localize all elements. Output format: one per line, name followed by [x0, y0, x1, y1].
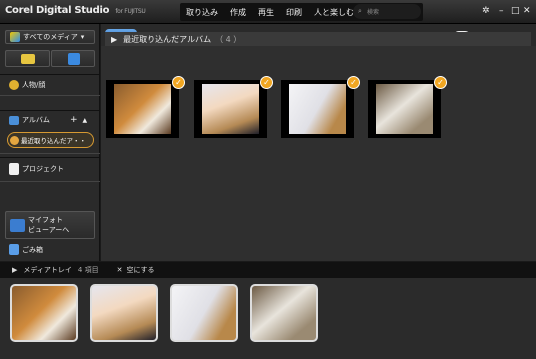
tray-photo[interactable] [10, 284, 78, 342]
album-count: （ 4 ） [215, 34, 242, 44]
photo-thumbnail[interactable]: ✓ [368, 76, 447, 138]
app-title-text: Corel Digital Studio [5, 5, 110, 16]
checkmark-icon[interactable]: ✓ [172, 76, 185, 89]
album-icon [10, 135, 19, 145]
search-icon: ⌕ [358, 7, 362, 15]
maximize-button[interactable]: □ [511, 6, 520, 16]
cat-photo [289, 84, 346, 134]
cat-photo [202, 84, 259, 134]
checkmark-icon[interactable]: ✓ [347, 76, 360, 89]
settings-icon[interactable]: ✲ [482, 6, 490, 16]
play-icon[interactable]: ▶ [12, 266, 17, 274]
checkmark-icon[interactable]: ✓ [260, 76, 273, 89]
tray-photo[interactable] [250, 284, 318, 342]
app-subtitle: for FUJITSU [115, 8, 146, 15]
minimize-button[interactable]: – [499, 6, 504, 16]
chevron-down-icon: ▾ [80, 33, 85, 41]
main-content: ◂ 戻る ◆ タグ ▶ 最近取り込んだアルバム （ 4 ） ✓ ✓ ✓ ✓ [101, 24, 536, 261]
photo-thumbnail[interactable]: ✓ [281, 76, 360, 138]
play-icon[interactable]: ▶ [111, 35, 117, 44]
tray-photo[interactable] [170, 284, 238, 342]
media-icon [10, 32, 20, 42]
album-title: 最近取り込んだアルバム [123, 34, 212, 44]
trash-item[interactable]: ごみ箱 [5, 242, 95, 257]
trash-label: ごみ箱 [22, 245, 43, 254]
calendar-icon [67, 52, 80, 65]
cat-photo [114, 84, 171, 134]
albums-label: アルバム [22, 116, 50, 124]
menu-create[interactable]: 作成 [224, 7, 252, 18]
people-item[interactable]: 人物/顔 [5, 77, 95, 93]
menu-print[interactable]: 印刷 [280, 7, 308, 18]
folder-icon [21, 53, 35, 64]
clear-icon[interactable]: ✕ [117, 266, 123, 274]
people-icon [9, 80, 19, 90]
search-placeholder: 検索 [367, 9, 380, 16]
photo-viewer-icon [10, 218, 25, 232]
album-recent-label: 最近取り込んだア・・ [21, 137, 86, 145]
folder-view-button[interactable] [5, 50, 50, 67]
projects-label: プロジェクト [22, 165, 64, 173]
all-media-label: すべてのメディア [23, 33, 78, 41]
calendar-view-button[interactable] [51, 50, 95, 67]
close-button[interactable]: ✕ [523, 6, 531, 16]
media-tray-bar: ▶ メディアトレイ 4 項目 ✕ 空にする [0, 262, 536, 278]
checkmark-icon[interactable]: ✓ [434, 76, 447, 89]
add-album-button[interactable]: + [70, 115, 78, 125]
album-header: ▶ 最近取り込んだアルバム （ 4 ） [105, 32, 531, 46]
media-tray-label[interactable]: メディアトレイ [23, 265, 72, 275]
collapse-icon[interactable]: ▲ [82, 117, 87, 124]
menu-play[interactable]: 再生 [252, 7, 280, 18]
media-tray-count: 4 項目 [77, 266, 99, 274]
album-icon [9, 115, 19, 125]
clear-tray-button[interactable]: 空にする [126, 265, 154, 275]
photo-viewer-label: マイフォト ビューアーへ [28, 216, 70, 234]
trash-icon [9, 244, 19, 255]
photo-thumbnail[interactable]: ✓ [106, 76, 185, 138]
photo-thumbnail[interactable]: ✓ [194, 76, 273, 138]
search-input[interactable]: ⌕ 検索 [353, 4, 421, 19]
sidebar: すべてのメディア ▾ 人物/顔 アルバム + ▲ 最近取り込んだア・・ プロジェ… [0, 24, 100, 261]
albums-header[interactable]: アルバム + ▲ [5, 113, 95, 127]
photo-viewer-button[interactable]: マイフォト ビューアーへ [5, 211, 95, 239]
projects-item[interactable]: プロジェクト [5, 161, 95, 177]
album-recent-import[interactable]: 最近取り込んだア・・ [7, 132, 94, 148]
people-label: 人物/顔 [22, 81, 46, 89]
title-bar: Corel Digital Studio for FUJITSU 取り込み 作成… [0, 0, 536, 24]
project-icon [9, 163, 19, 175]
menu-import[interactable]: 取り込み [180, 7, 224, 18]
cat-photo [376, 84, 433, 134]
media-tray [0, 278, 536, 359]
all-media-dropdown[interactable]: すべてのメディア ▾ [5, 30, 95, 44]
tray-photo[interactable] [90, 284, 158, 342]
app-title: Corel Digital Studio for FUJITSU [5, 5, 146, 16]
